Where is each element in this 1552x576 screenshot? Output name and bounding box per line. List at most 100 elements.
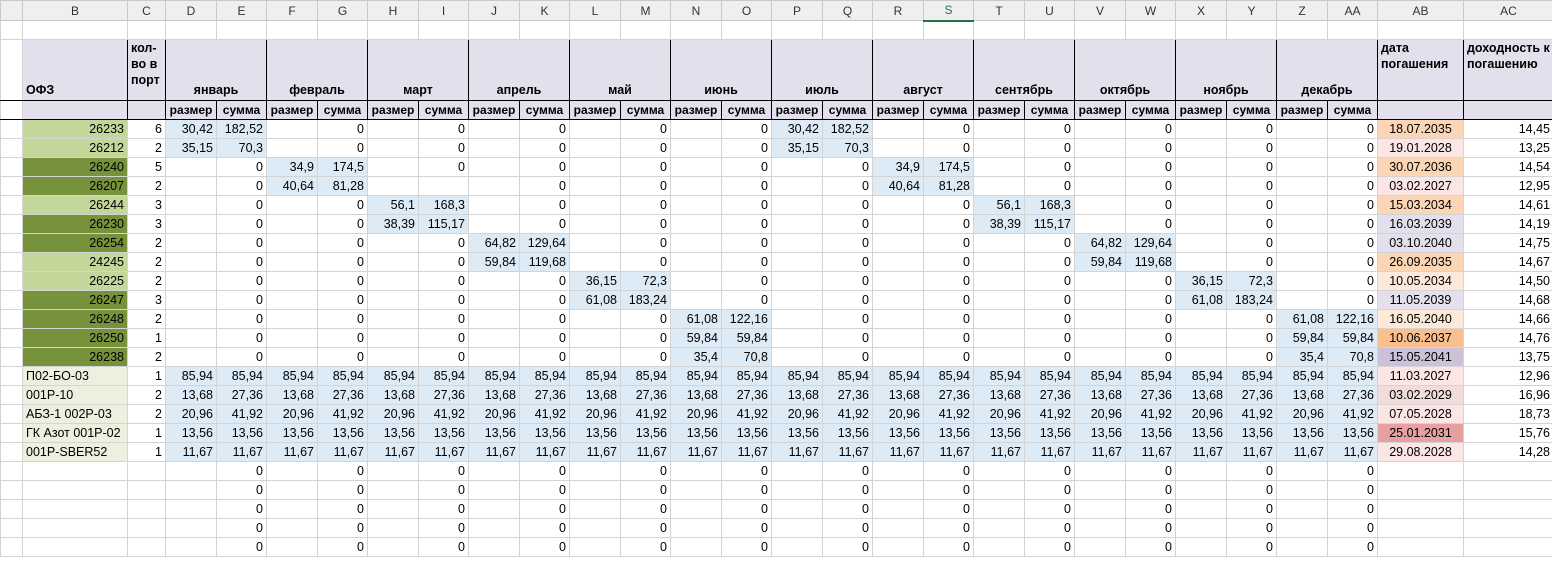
maturity-date[interactable] (1377, 461, 1464, 481)
coupon-sum[interactable]: 11,67 (923, 442, 974, 462)
coupon-size[interactable] (266, 328, 318, 348)
coupon-size[interactable] (266, 138, 318, 158)
coupon-sum[interactable]: 0 (1125, 461, 1176, 481)
coupon-size[interactable] (771, 499, 823, 519)
coupon-size[interactable] (670, 290, 722, 310)
coupon-sum[interactable]: 0 (620, 157, 671, 177)
coupon-size[interactable]: 64,82 (1074, 233, 1126, 253)
coupon-size[interactable] (1175, 499, 1227, 519)
coupon-sum[interactable]: 0 (721, 252, 772, 272)
coupon-size[interactable] (771, 252, 823, 272)
header-month-6[interactable]: июль (771, 39, 873, 101)
coupon-size[interactable] (1074, 176, 1126, 196)
empty-cell[interactable] (1463, 20, 1552, 40)
maturity-date[interactable]: 03.02.2027 (1377, 176, 1464, 196)
coupon-sum[interactable]: 0 (721, 176, 772, 196)
header-size[interactable]: размер (367, 100, 419, 120)
coupon-sum[interactable]: 0 (317, 214, 368, 234)
empty-cell[interactable] (418, 20, 469, 40)
coupon-sum[interactable]: 119,68 (519, 252, 570, 272)
coupon-sum[interactable]: 0 (1125, 328, 1176, 348)
coupon-sum[interactable]: 0 (620, 328, 671, 348)
coupon-size[interactable] (468, 176, 520, 196)
header-sum[interactable]: сумма (1125, 100, 1176, 120)
coupon-sum[interactable]: 0 (1226, 499, 1277, 519)
coupon-size[interactable] (468, 138, 520, 158)
coupon-sum[interactable]: 0 (418, 138, 469, 158)
coupon-sum[interactable]: 81,28 (923, 176, 974, 196)
coupon-size[interactable]: 59,84 (1074, 252, 1126, 272)
yield-value[interactable]: 12,96 (1463, 366, 1552, 386)
coupon-size[interactable] (973, 480, 1025, 500)
coupon-sum[interactable]: 0 (923, 195, 974, 215)
maturity-date[interactable] (1377, 537, 1464, 557)
coupon-size[interactable]: 59,84 (468, 252, 520, 272)
coupon-size[interactable] (771, 157, 823, 177)
bond-name[interactable]: 001P-SBER52 (22, 442, 128, 462)
coupon-sum[interactable]: 11,67 (620, 442, 671, 462)
coupon-size[interactable] (1074, 499, 1126, 519)
yield-value[interactable]: 15,76 (1463, 423, 1552, 443)
coupon-size[interactable] (1074, 138, 1126, 158)
maturity-date[interactable]: 15.05.2041 (1377, 347, 1464, 367)
coupon-sum[interactable]: 11,67 (1226, 442, 1277, 462)
coupon-size[interactable] (872, 195, 924, 215)
coupon-sum[interactable]: 13,56 (620, 423, 671, 443)
maturity-date[interactable]: 07.05.2028 (1377, 404, 1464, 424)
yield-value[interactable]: 14,19 (1463, 214, 1552, 234)
bond-qty[interactable]: 3 (127, 195, 166, 215)
coupon-size[interactable] (670, 252, 722, 272)
coupon-sum[interactable]: 0 (620, 309, 671, 329)
coupon-sum[interactable]: 0 (620, 499, 671, 519)
coupon-sum[interactable]: 0 (923, 271, 974, 291)
empty-cell[interactable] (317, 20, 368, 40)
maturity-date[interactable]: 03.10.2040 (1377, 233, 1464, 253)
bond-name[interactable]: АБЗ-1 002Р-03 (22, 404, 128, 424)
coupon-size[interactable] (1175, 309, 1227, 329)
coupon-sum[interactable]: 0 (519, 309, 570, 329)
bond-name[interactable] (22, 461, 128, 481)
coupon-sum[interactable]: 0 (216, 537, 267, 557)
coupon-size[interactable] (670, 138, 722, 158)
yield-value[interactable]: 14,67 (1463, 252, 1552, 272)
coupon-size[interactable]: 20,96 (165, 404, 217, 424)
coupon-size[interactable]: 85,94 (165, 366, 217, 386)
coupon-size[interactable]: 11,67 (1175, 442, 1227, 462)
maturity-date[interactable]: 29.08.2028 (1377, 442, 1464, 462)
coupon-size[interactable] (367, 252, 419, 272)
bond-qty[interactable]: 2 (127, 309, 166, 329)
coupon-sum[interactable]: 85,94 (1327, 366, 1378, 386)
coupon-size[interactable] (1276, 290, 1328, 310)
header-month-11[interactable]: декабрь (1276, 39, 1378, 101)
coupon-sum[interactable]: 0 (923, 347, 974, 367)
yield-value[interactable]: 14,68 (1463, 290, 1552, 310)
coupon-sum[interactable]: 0 (418, 518, 469, 538)
empty-cell[interactable] (670, 20, 722, 40)
coupon-sum[interactable]: 0 (418, 499, 469, 519)
column-header-p[interactable]: P (771, 0, 823, 21)
coupon-sum[interactable]: 0 (216, 309, 267, 329)
coupon-size[interactable] (771, 347, 823, 367)
coupon-size[interactable] (973, 119, 1025, 139)
bond-qty[interactable]: 6 (127, 119, 166, 139)
coupon-sum[interactable]: 0 (317, 290, 368, 310)
coupon-size[interactable]: 61,08 (569, 290, 621, 310)
coupon-sum[interactable]: 0 (317, 347, 368, 367)
coupon-sum[interactable]: 0 (1226, 119, 1277, 139)
coupon-sum[interactable]: 0 (822, 157, 873, 177)
coupon-size[interactable]: 61,08 (1175, 290, 1227, 310)
coupon-sum[interactable]: 0 (822, 195, 873, 215)
maturity-date[interactable]: 03.02.2029 (1377, 385, 1464, 405)
bond-name[interactable]: 26247 (22, 290, 128, 310)
coupon-size[interactable]: 20,96 (670, 404, 722, 424)
column-header-t[interactable]: T (973, 0, 1025, 21)
bond-qty[interactable]: 1 (127, 366, 166, 386)
coupon-sum[interactable]: 0 (1327, 271, 1378, 291)
yield-value[interactable] (1463, 499, 1552, 519)
coupon-sum[interactable]: 129,64 (1125, 233, 1176, 253)
coupon-sum[interactable]: 85,94 (1125, 366, 1176, 386)
empty-cell[interactable] (1377, 20, 1464, 40)
coupon-size[interactable] (872, 233, 924, 253)
coupon-sum[interactable]: 41,92 (721, 404, 772, 424)
coupon-size[interactable] (771, 290, 823, 310)
